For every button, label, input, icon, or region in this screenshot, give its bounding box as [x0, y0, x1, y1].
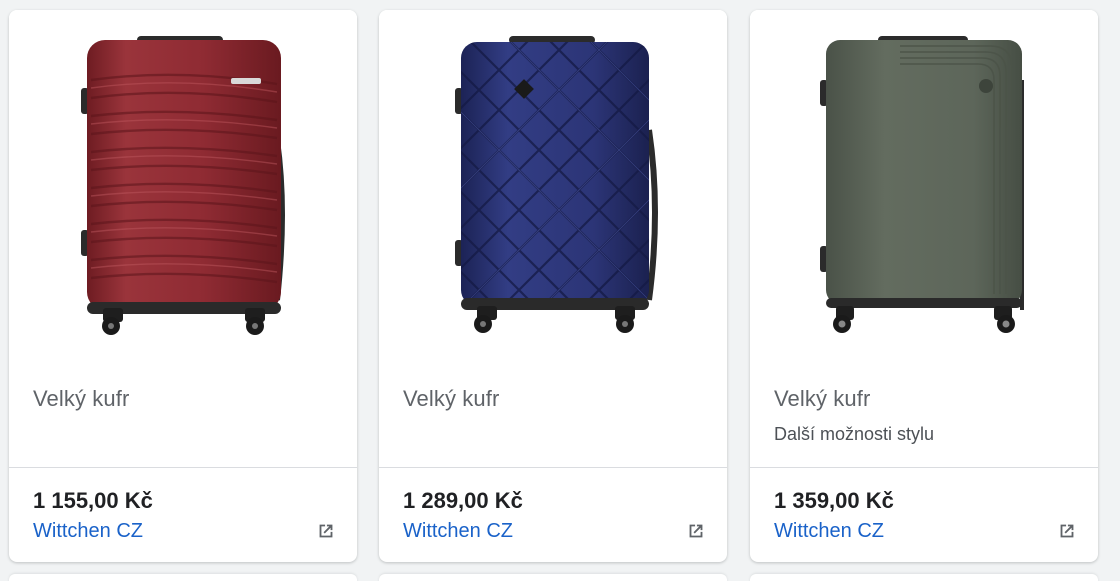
- product-card[interactable]: Velký kufr 1 155,00 Kč Wittchen CZ: [9, 10, 357, 562]
- next-row-card: [379, 574, 727, 581]
- product-price: 1 155,00 Kč: [33, 488, 153, 513]
- product-title[interactable]: Velký kufr: [774, 386, 870, 412]
- red-suitcase-image: [81, 36, 285, 335]
- product-title[interactable]: Velký kufr: [33, 386, 129, 412]
- product-image[interactable]: [9, 10, 357, 350]
- divider: [750, 467, 1098, 468]
- product-title[interactable]: Velký kufr: [403, 386, 499, 412]
- more-styles-text[interactable]: Další možnosti stylu: [774, 424, 934, 445]
- open-in-new-icon[interactable]: [1056, 520, 1078, 542]
- green-suitcase-image: [820, 36, 1024, 333]
- product-image[interactable]: [750, 10, 1098, 350]
- divider: [379, 467, 727, 468]
- next-row-card: [9, 574, 357, 581]
- open-in-new-icon[interactable]: [315, 520, 337, 542]
- product-card[interactable]: Velký kufr 1 289,00 Kč Wittchen CZ: [379, 10, 727, 562]
- product-price: 1 359,00 Kč: [774, 488, 894, 513]
- product-price: 1 289,00 Kč: [403, 488, 523, 513]
- merchant-link[interactable]: Wittchen CZ: [403, 520, 513, 543]
- merchant-link[interactable]: Wittchen CZ: [33, 520, 143, 543]
- merchant-link[interactable]: Wittchen CZ: [774, 520, 884, 543]
- product-card[interactable]: Velký kufr Další možnosti stylu 1 359,00…: [750, 10, 1098, 562]
- divider: [9, 467, 357, 468]
- navy-suitcase-image: [455, 36, 658, 333]
- product-image[interactable]: [379, 10, 727, 350]
- open-in-new-icon[interactable]: [685, 520, 707, 542]
- next-row-card: [750, 574, 1098, 581]
